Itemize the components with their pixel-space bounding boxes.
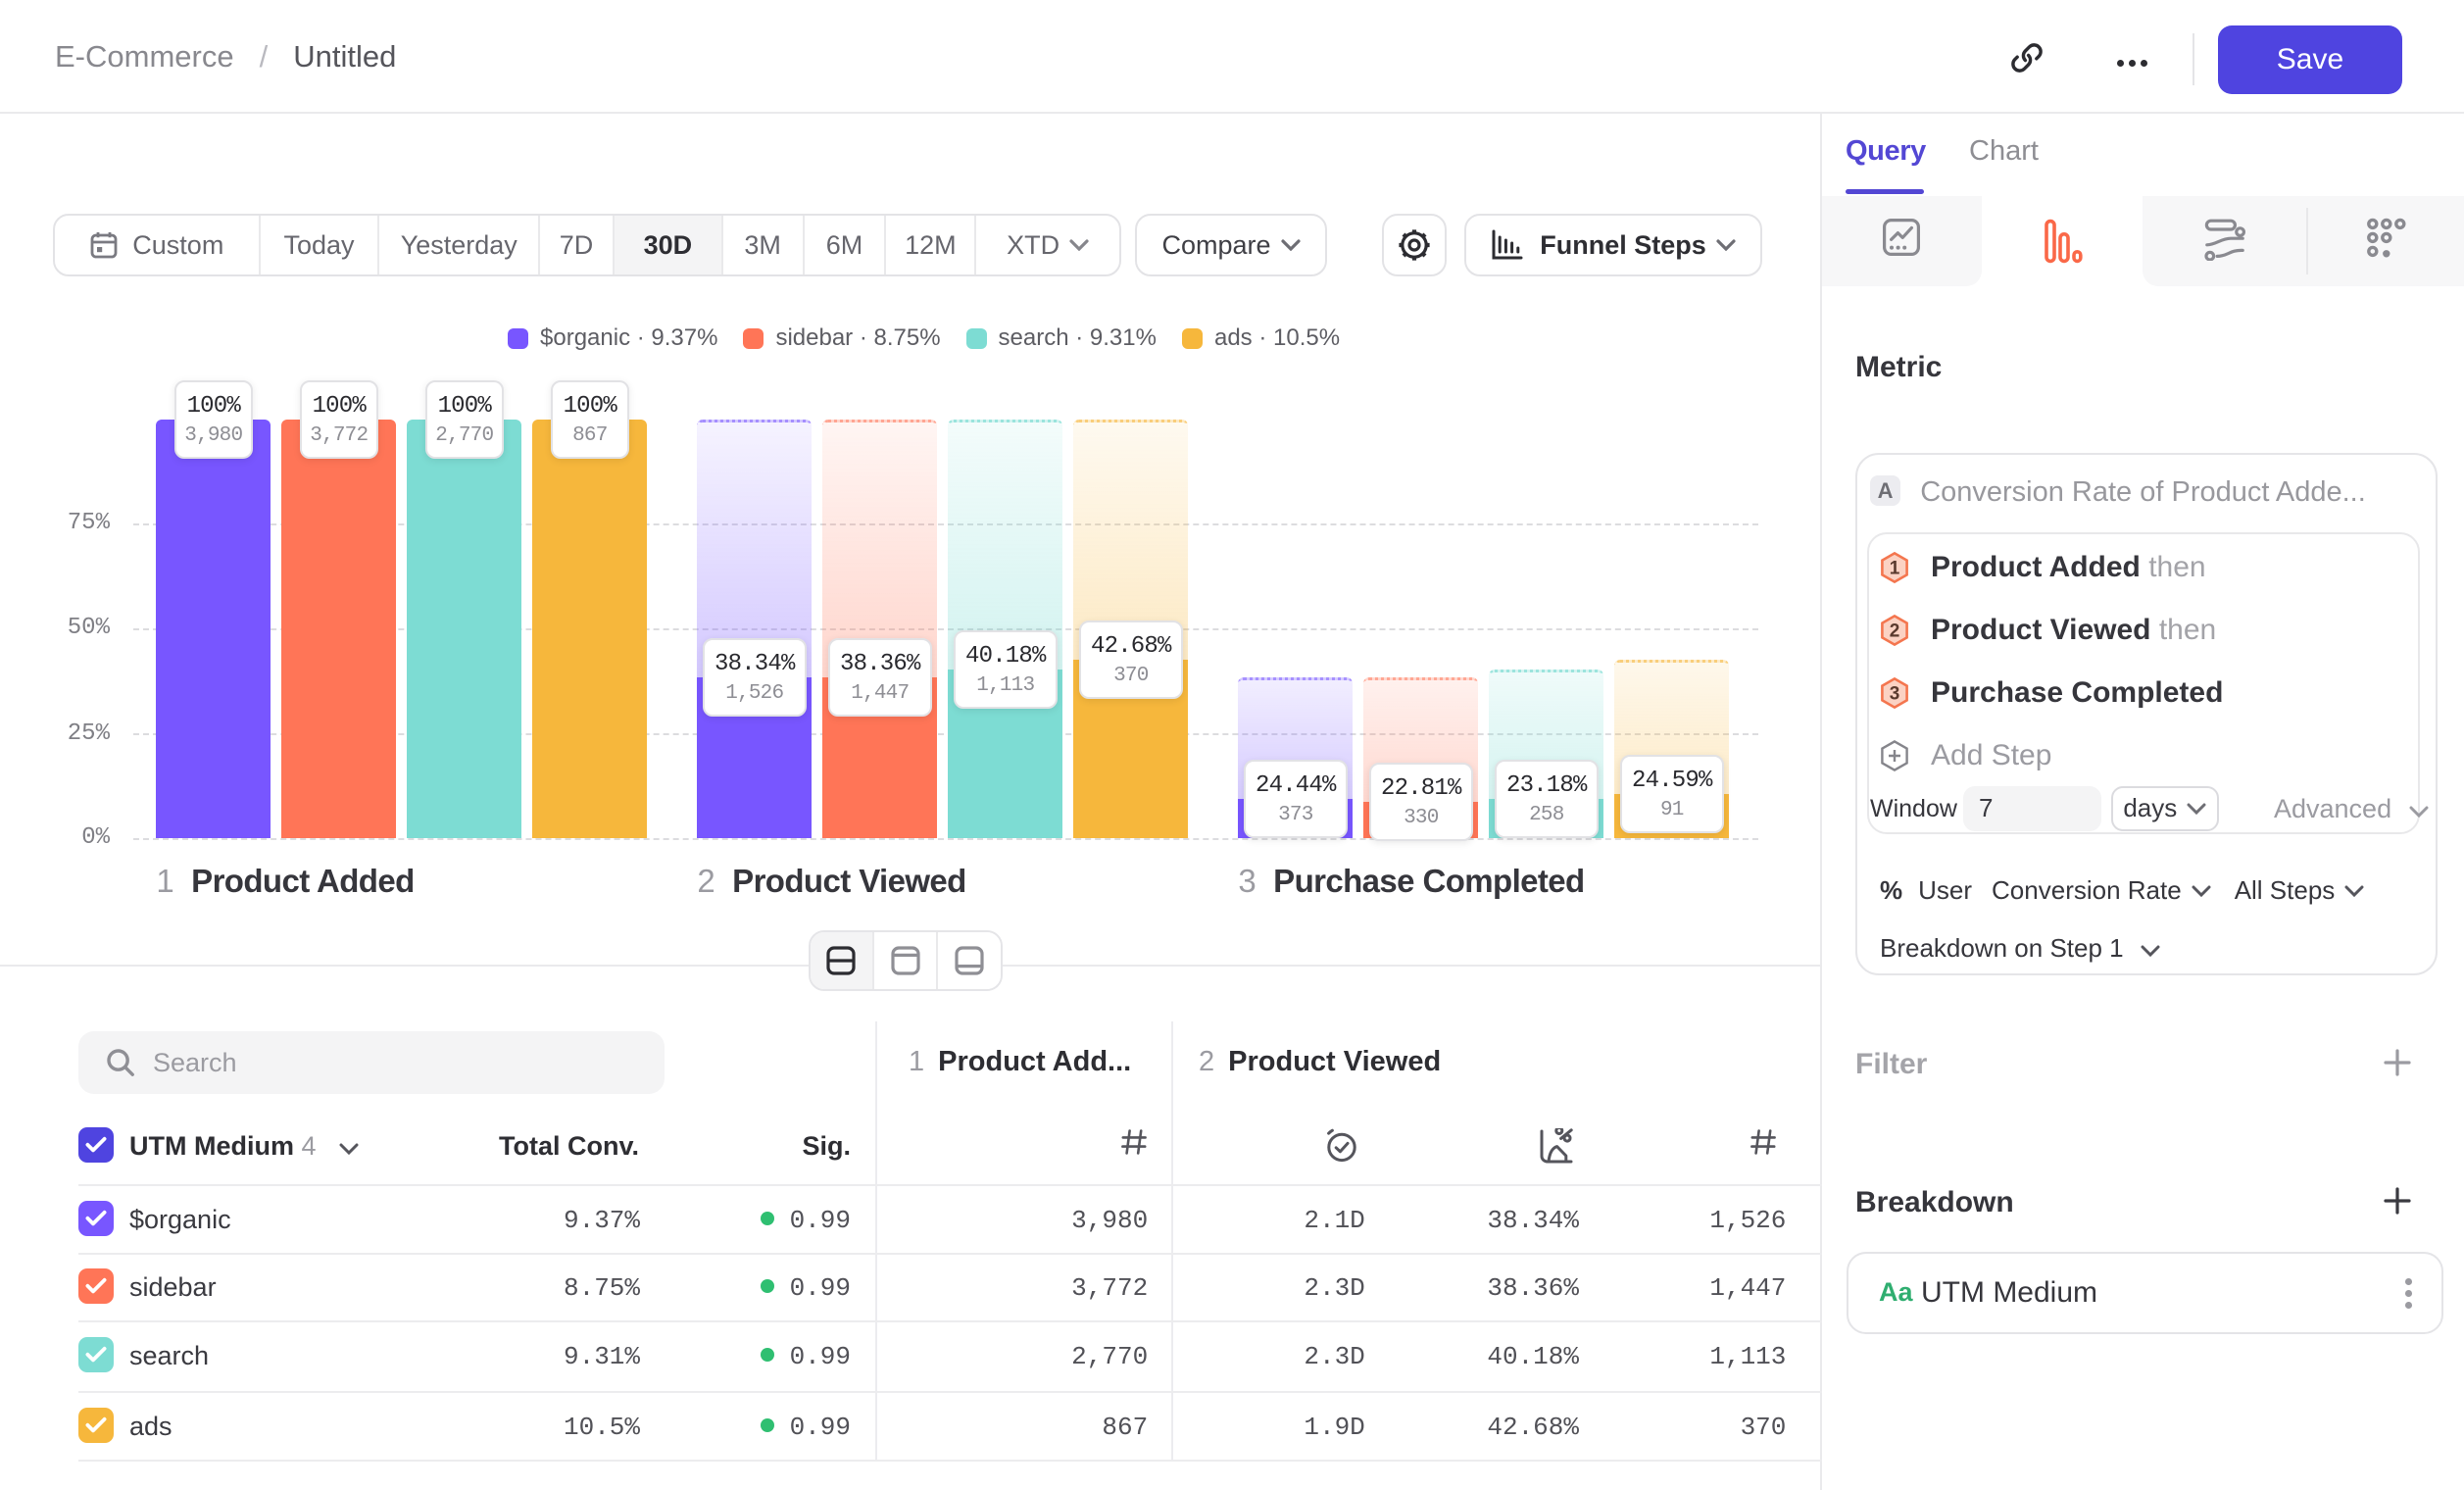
svg-text:2: 2 xyxy=(1890,621,1900,641)
svg-text:3: 3 xyxy=(1890,683,1900,704)
svg-text:1: 1 xyxy=(1890,558,1900,578)
